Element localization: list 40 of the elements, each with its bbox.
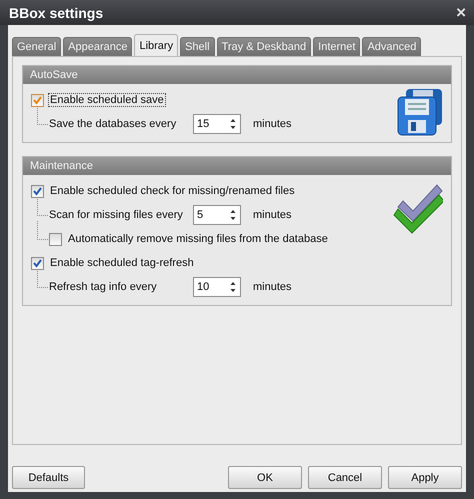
checkbox-label[interactable]: Enable scheduled check for missing/renamed files xyxy=(48,184,297,198)
tab[interactable]: Shell xyxy=(180,37,215,56)
dialog-button[interactable]: Cancel xyxy=(308,466,382,489)
check-icon xyxy=(32,258,43,268)
tab[interactable]: Appearance xyxy=(63,37,132,56)
field-label: Save the databases every xyxy=(49,118,178,130)
group-header: AutoSave xyxy=(23,66,451,84)
check-icon xyxy=(32,94,43,106)
group-header: Maintenance xyxy=(23,157,451,175)
dialog-button[interactable]: Apply xyxy=(388,466,462,489)
field-label: Refresh tag info every xyxy=(49,281,158,293)
spin-arrows-icon[interactable] xyxy=(230,209,236,221)
checkbox[interactable] xyxy=(31,184,44,198)
checkbox-label[interactable]: Automatically remove missing files from the database xyxy=(66,232,330,246)
spin-arrows-icon[interactable] xyxy=(230,281,236,293)
spin-arrows-icon[interactable] xyxy=(230,118,236,130)
unit-label: minutes xyxy=(253,281,292,293)
spin-field[interactable]: 10 xyxy=(193,277,241,297)
close-button[interactable]: × xyxy=(456,2,466,22)
checkbox[interactable] xyxy=(31,94,44,106)
defaults-button[interactable]: Defaults xyxy=(12,466,85,489)
checkbox-label[interactable]: Enable scheduled tag-refresh xyxy=(48,256,196,270)
dialog-button[interactable]: OK xyxy=(228,466,302,489)
field-label: Scan for missing files every xyxy=(49,209,184,221)
checkbox[interactable] xyxy=(31,256,44,270)
spin-field[interactable]: 5 xyxy=(193,205,241,225)
checkmark-icon xyxy=(393,184,443,234)
tab[interactable]: Tray & Deskband xyxy=(216,37,312,56)
checkbox-label[interactable]: Enable scheduled save xyxy=(48,93,166,107)
window-title: BBox settings xyxy=(9,4,104,20)
tab[interactable]: Advanced xyxy=(362,37,422,56)
checkbox[interactable] xyxy=(49,232,62,246)
tab[interactable]: Library xyxy=(134,34,178,56)
spin-field[interactable]: 15 xyxy=(193,114,241,134)
floppy-disk-icon xyxy=(398,89,442,136)
unit-label: minutes xyxy=(253,118,292,130)
tab[interactable]: General xyxy=(12,37,62,56)
check-icon xyxy=(32,186,43,196)
tab[interactable]: Internet xyxy=(313,37,360,56)
unit-label: minutes xyxy=(253,209,292,221)
